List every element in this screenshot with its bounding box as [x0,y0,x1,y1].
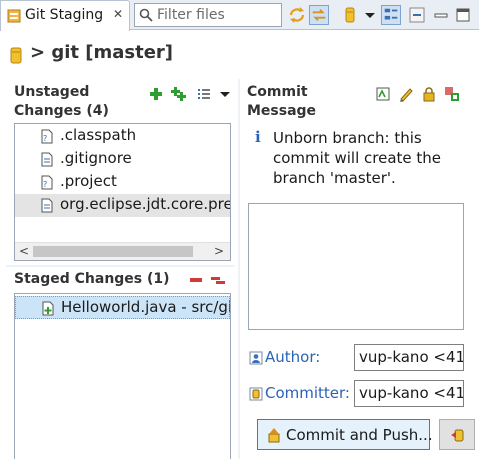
list-layout-icon[interactable] [196,86,212,102]
repository-header: > git [master] [0,31,479,79]
svg-text:?: ? [43,180,47,189]
change-id-icon[interactable] [444,86,460,102]
text-file-icon [41,152,53,167]
commit-message-title: Commit Message [247,84,317,119]
text-file-icon [41,198,53,213]
scroll-thumb[interactable] [33,246,193,257]
maximize-icon[interactable] [453,5,473,25]
repository-icon [10,47,22,64]
list-item[interactable]: ? .project [15,171,230,194]
committer-field[interactable]: vup-kano <419 [354,380,464,407]
repository-title: > git [master] [30,42,174,63]
lock-icon[interactable] [421,86,437,102]
minimize-icon[interactable] [431,5,451,25]
tree-layout-icon[interactable] [381,5,401,25]
list-item[interactable]: ? .classpath [15,125,230,148]
unstage-selected-icon[interactable] [188,272,204,288]
horizontal-splitter[interactable] [6,265,235,267]
list-item[interactable]: org.eclipse.jdt.core.pre [15,194,230,217]
repository-icon[interactable] [340,5,360,25]
info-icon: i [255,128,261,146]
horizontal-scrollbar[interactable]: < > [15,242,230,260]
commit-push-icon [268,428,280,443]
refresh-icon[interactable] [287,5,307,25]
commit-icon [451,429,464,442]
commit-and-push-button[interactable]: Commit and Push... [257,419,433,450]
unstaged-file-list[interactable]: ? .classpath .gitignore ? .project org.e… [14,123,231,261]
git-staging-icon [7,9,21,23]
unstage-all-icon[interactable] [210,272,226,288]
modified-file-icon: ? [41,129,53,144]
author-field[interactable]: vup-kano <419 [354,344,464,371]
staged-title: Staged Changes (1) [14,271,170,287]
tab-label: Git Staging [25,7,104,23]
unstaged-title: Unstaged Changes (4) [14,84,109,119]
link-selection-icon[interactable] [309,5,329,25]
author-icon [249,351,263,365]
author-label: Author: [265,348,321,366]
stage-selected-icon[interactable] [148,86,164,102]
close-icon[interactable]: ✕ [113,7,123,21]
list-item[interactable]: Helloworld.java - src/git [15,296,230,319]
collapse-icon[interactable] [407,5,427,25]
stage-all-icon[interactable] [170,86,186,102]
svg-text:?: ? [43,134,47,143]
commit-message-input[interactable] [248,203,464,330]
modified-file-icon: ? [41,175,53,190]
added-file-icon [42,301,54,316]
amend-icon[interactable] [375,86,391,102]
committer-label: Committer: [265,384,350,402]
staged-file-list[interactable]: Helloworld.java - src/git [14,293,231,459]
commit-button[interactable] [439,419,475,450]
scroll-left-arrow[interactable]: < [19,244,29,258]
filter-input[interactable] [157,5,277,25]
committer-icon [249,387,263,401]
view-toolbar: Git Staging ✕ [0,0,479,31]
scroll-right-arrow[interactable]: > [214,244,224,258]
chevron-down-icon[interactable] [360,5,380,25]
chevron-down-icon[interactable] [217,86,233,102]
list-item[interactable]: .gitignore [15,148,230,171]
unborn-branch-info: Unborn branch: this commit will create t… [273,129,442,187]
filter-field[interactable] [134,3,282,27]
signoff-icon[interactable] [398,86,414,102]
search-icon [139,8,153,22]
vertical-splitter[interactable] [238,79,240,459]
tab-git-staging[interactable]: Git Staging ✕ [0,0,130,31]
